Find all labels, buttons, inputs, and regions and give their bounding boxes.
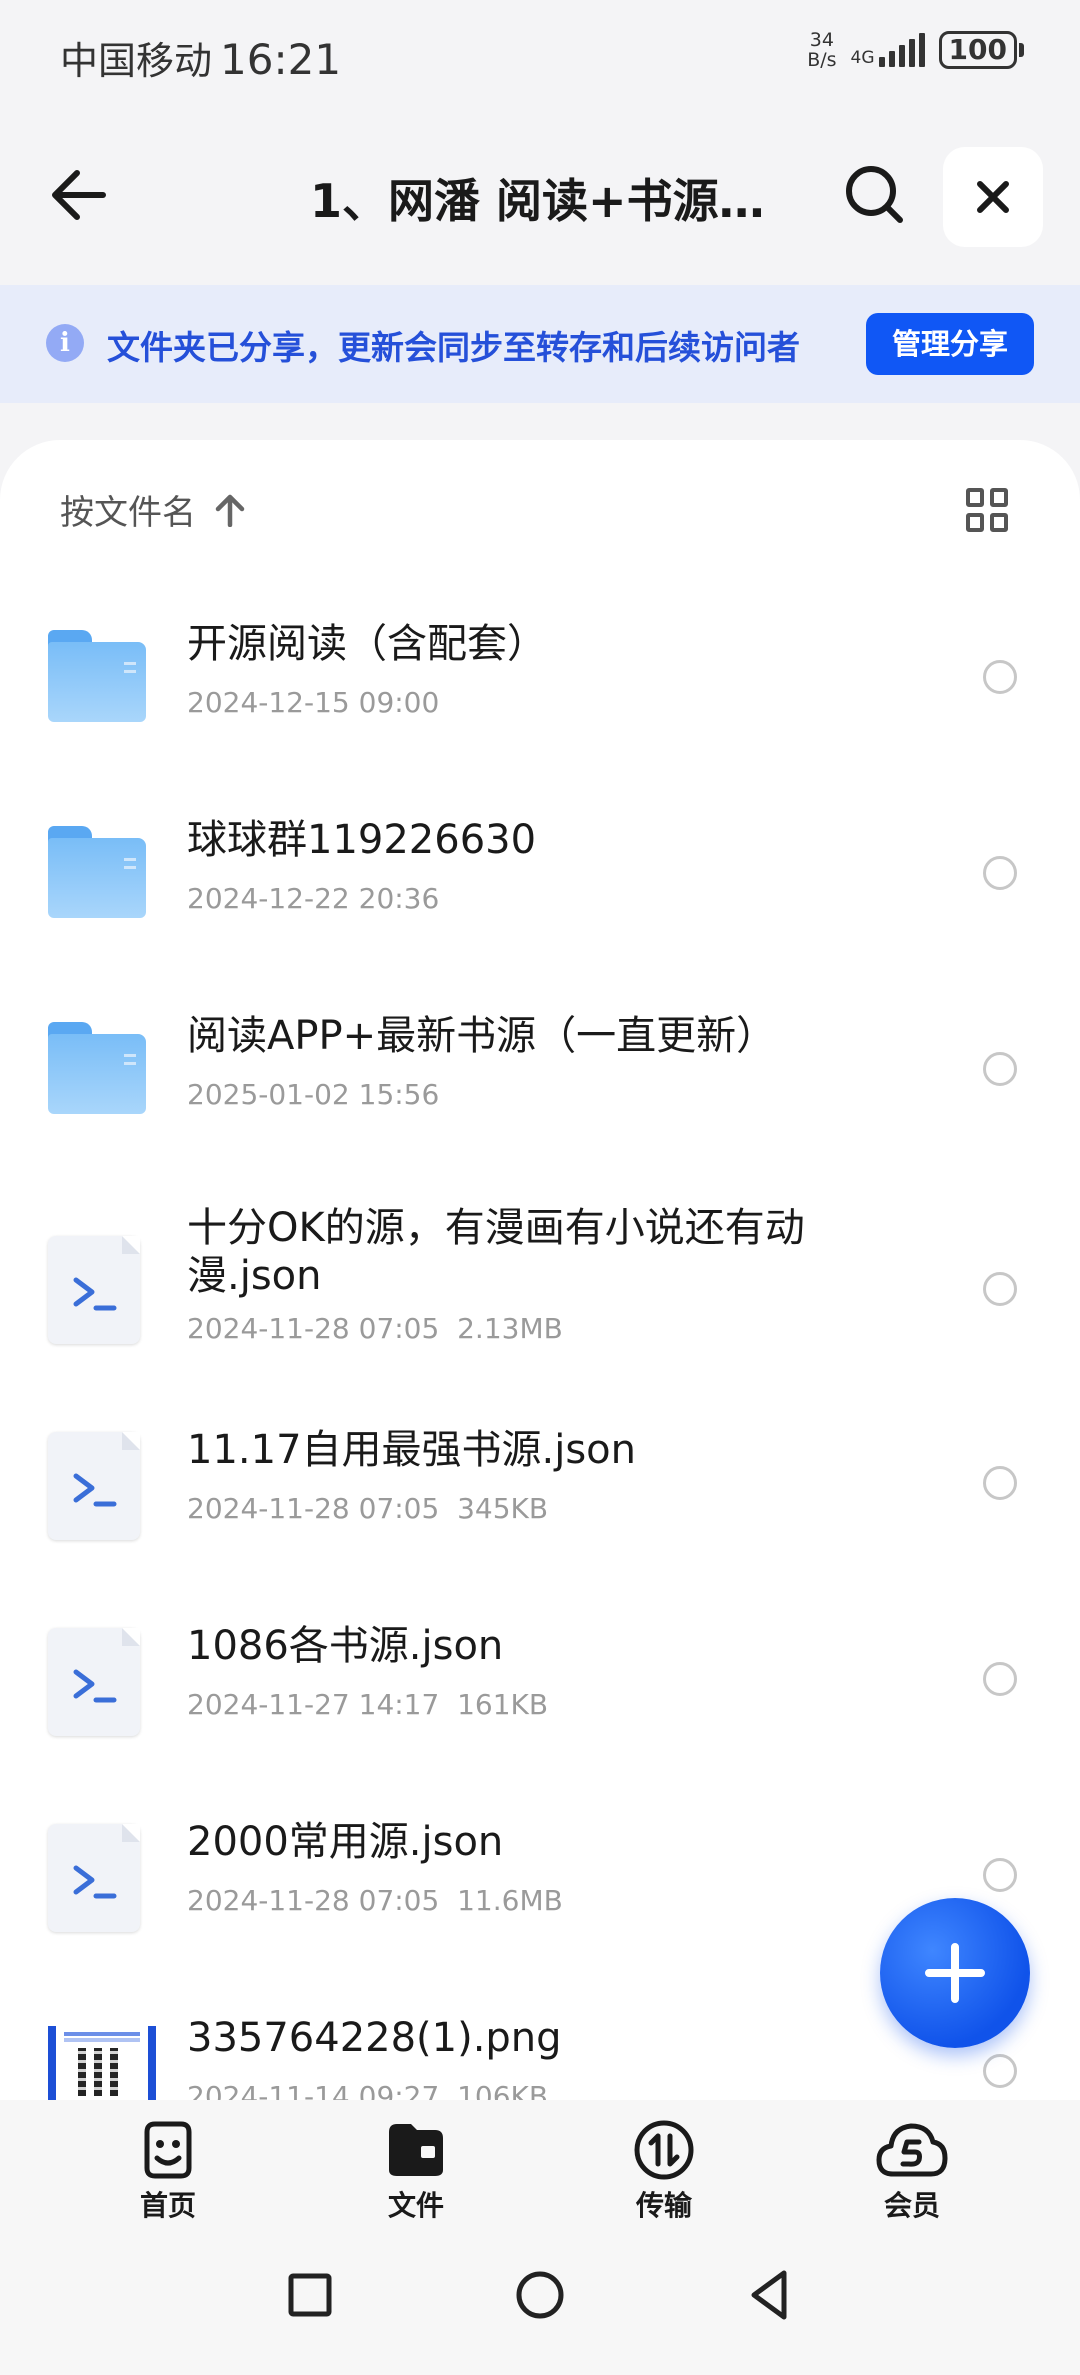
file-row[interactable]: 阅读APP+最新书源（一直更新） 2025-01-02 15:56 (0, 982, 1080, 1172)
status-right: 34 B/s 4G 100 (807, 30, 1024, 70)
header: 1、网潘 阅读+书源… (0, 135, 1080, 255)
select-radio[interactable] (983, 1662, 1017, 1696)
carrier-label: 中国移动 (60, 39, 213, 83)
select-radio[interactable] (983, 2054, 1017, 2088)
circle-icon (516, 2271, 564, 2319)
folder-icon (48, 630, 148, 730)
status-bar: 中国移动 16:21 34 B/s 4G 100 (0, 0, 1080, 110)
file-row[interactable]: 球球群119226630 2024-12-22 20:36 (0, 786, 1080, 976)
transfer-icon (634, 2120, 694, 2180)
bottom-nav: 首页 文件 传输 会员 (0, 2100, 1080, 2225)
sort-label: 按文件名 (60, 493, 196, 533)
grid-view-icon[interactable] (966, 488, 1010, 532)
clock: 16:21 (220, 35, 342, 84)
smiley-icon (144, 2121, 192, 2179)
close-button[interactable] (943, 147, 1043, 247)
nav-home[interactable]: 首页 (108, 2118, 228, 2224)
nav-home-label: 首页 (139, 2189, 196, 2222)
info-icon: i (46, 324, 84, 362)
file-name: 2000常用源.json (187, 1819, 504, 1865)
json-file-icon (48, 1236, 148, 1344)
home-button[interactable] (510, 2265, 570, 2325)
manage-share-button[interactable]: 管理分享 (866, 313, 1034, 375)
image-thumbnail (48, 2026, 156, 2100)
file-name: 开源阅读（含配套） (187, 621, 547, 667)
file-meta: 2024-11-28 07:05 2.13MB (187, 1312, 563, 1345)
status-left: 中国移动 16:21 (60, 30, 341, 85)
battery-level: 100 (938, 31, 1017, 69)
file-meta: 2025-01-02 15:56 (187, 1078, 440, 1111)
file-name: 11.17自用最强书源.json (187, 1427, 637, 1473)
file-panel: 按文件名 开源阅读（含配套） 2024-12-15 09:00 球球群11922… (0, 440, 1080, 2100)
file-meta: 2024-11-14 09:27 106KB (187, 2080, 549, 2100)
file-name: 阅读APP+最新书源（一直更新） (187, 1013, 777, 1059)
select-radio[interactable] (983, 856, 1017, 890)
sort-toggle[interactable]: 按文件名 (60, 485, 246, 534)
folder-icon (48, 1022, 148, 1122)
nav-transfer-label: 传输 (635, 2189, 692, 2222)
page-title: 1、网潘 阅读+书源… (310, 174, 765, 228)
battery-icon: 100 (938, 31, 1024, 69)
file-row[interactable]: 1086各书源.json 2024-11-27 14:17 161KB (0, 1592, 1080, 1782)
file-name: 球球群119226630 (187, 817, 537, 863)
select-radio[interactable] (983, 660, 1017, 694)
nav-files-label: 文件 (387, 2189, 444, 2222)
json-file-icon (48, 1824, 148, 1932)
system-nav (0, 2225, 1080, 2375)
nav-transfer[interactable]: 传输 (604, 2118, 724, 2224)
file-row[interactable]: 11.17自用最强书源.json 2024-11-28 07:05 345KB (0, 1396, 1080, 1586)
folder-filled-icon (389, 2124, 443, 2176)
close-icon (977, 181, 1009, 213)
plus-icon (925, 1943, 985, 2003)
nav-member[interactable]: 会员 (852, 2118, 972, 2224)
search-icon (846, 166, 903, 223)
select-radio[interactable] (983, 1052, 1017, 1086)
back-button[interactable] (45, 160, 115, 230)
file-meta: 2024-11-28 07:05 11.6MB (187, 1884, 563, 1917)
search-button[interactable] (840, 160, 910, 230)
share-banner-text: 文件夹已分享，更新会同步至转存和后续访问者 (107, 328, 800, 367)
select-radio[interactable] (983, 1466, 1017, 1500)
triangle-back-icon (751, 2270, 787, 2320)
file-row[interactable]: 十分OK的源，有漫画有小说还有动漫.json 2024-11-28 07:05 … (0, 1178, 1080, 1392)
select-radio[interactable] (983, 1858, 1017, 1892)
square-icon (288, 2273, 332, 2317)
file-meta: 2024-11-27 14:17 161KB (187, 1688, 549, 1721)
cloud-member-icon (876, 2123, 948, 2177)
network-speed: 34 B/s (807, 29, 837, 71)
file-name: 335764228(1).png (187, 2015, 562, 2061)
json-file-icon (48, 1432, 148, 1540)
file-meta: 2024-12-15 09:00 (187, 686, 440, 719)
system-back-button[interactable] (740, 2265, 800, 2325)
network-indicator: 4G (851, 33, 925, 67)
arrow-left-icon (52, 170, 106, 220)
file-row[interactable]: 开源阅读（含配套） 2024-12-15 09:00 (0, 590, 1080, 780)
json-file-icon (48, 1628, 148, 1736)
nav-member-label: 会员 (883, 2189, 940, 2222)
folder-icon (48, 826, 148, 926)
file-meta: 2024-12-22 20:36 (187, 882, 440, 915)
recents-button[interactable] (280, 2265, 340, 2325)
arrow-up-icon (215, 494, 245, 527)
file-name: 十分OK的源，有漫画有小说还有动漫.json (187, 1205, 805, 1299)
share-banner: i 文件夹已分享，更新会同步至转存和后续访问者 管理分享 (0, 285, 1080, 403)
nav-files[interactable]: 文件 (356, 2118, 476, 2224)
network-type: 4G (850, 48, 875, 68)
file-meta: 2024-11-28 07:05 345KB (187, 1492, 549, 1525)
signal-icon (878, 33, 925, 67)
add-button[interactable] (880, 1898, 1030, 2048)
file-name: 1086各书源.json (187, 1623, 504, 1669)
select-radio[interactable] (983, 1272, 1017, 1306)
